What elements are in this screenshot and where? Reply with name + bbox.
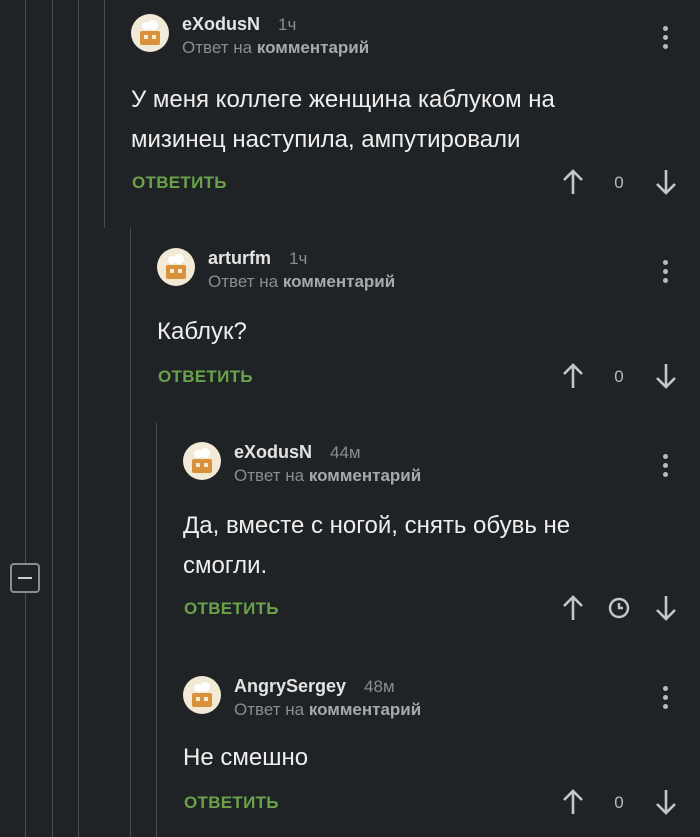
reply-target-link[interactable]: комментарий bbox=[309, 700, 421, 719]
vote-score: 0 bbox=[614, 367, 624, 386]
comment-author[interactable]: arturfm 1ч bbox=[208, 248, 307, 269]
reply-to: Ответ на комментарий bbox=[208, 272, 396, 291]
reply-to: Ответ на комментарий bbox=[234, 700, 422, 719]
reply-button[interactable]: ОТВЕТИТЬ bbox=[158, 367, 253, 387]
comment-text: Да, вместе с ногой, снять обувь не смогл… bbox=[183, 512, 571, 579]
comment-time: 1ч bbox=[289, 249, 308, 268]
thread-line bbox=[156, 423, 157, 837]
more-icon[interactable] bbox=[663, 26, 669, 50]
collapse-thread-button[interactable] bbox=[10, 563, 40, 593]
reply-button[interactable]: ОТВЕТИТЬ bbox=[184, 793, 279, 813]
comment-time: 44м bbox=[330, 443, 361, 462]
reply-to: Ответ на комментарий bbox=[182, 38, 370, 57]
downvote-icon[interactable] bbox=[654, 594, 678, 622]
reply-target-link[interactable]: комментарий bbox=[283, 272, 395, 291]
reply-button[interactable]: ОТВЕТИТЬ bbox=[132, 173, 227, 193]
vote-score: 0 bbox=[614, 173, 624, 192]
reply-target-link[interactable]: комментарий bbox=[309, 466, 421, 485]
comment-time: 1ч bbox=[278, 15, 297, 34]
comment: eXodusN 44м Ответ на комментарий Да, вмес… bbox=[183, 442, 691, 632]
upvote-icon[interactable] bbox=[561, 788, 585, 816]
thread-line bbox=[130, 228, 131, 837]
thread-line bbox=[25, 0, 26, 563]
more-icon[interactable] bbox=[663, 686, 669, 710]
comment-text: Каблук? bbox=[157, 318, 247, 345]
thread-line bbox=[52, 0, 53, 837]
comment: eXodusN 1ч Ответ на комментарий У меня ко… bbox=[131, 14, 691, 214]
more-icon[interactable] bbox=[663, 454, 669, 478]
downvote-icon[interactable] bbox=[654, 788, 678, 816]
comment-author[interactable]: eXodusN 1ч bbox=[182, 14, 296, 35]
downvote-icon[interactable] bbox=[654, 362, 678, 390]
upvote-icon[interactable] bbox=[561, 594, 585, 622]
comment-text: У меня коллеге женщина каблуком на мизин… bbox=[131, 86, 555, 153]
avatar[interactable] bbox=[157, 248, 195, 286]
reply-to: Ответ на комментарий bbox=[234, 466, 422, 485]
thread-line bbox=[25, 593, 26, 837]
reply-button[interactable]: ОТВЕТИТЬ bbox=[184, 599, 279, 619]
comment-text: Не смешно bbox=[183, 744, 309, 771]
clock-icon bbox=[608, 597, 630, 619]
avatar[interactable] bbox=[183, 442, 221, 480]
comment-author[interactable]: AngrySergey 48м bbox=[234, 676, 395, 697]
more-icon[interactable] bbox=[663, 260, 669, 284]
avatar[interactable] bbox=[183, 676, 221, 714]
thread-line bbox=[104, 0, 105, 228]
reply-target-link[interactable]: комментарий bbox=[257, 38, 369, 57]
upvote-icon[interactable] bbox=[561, 168, 585, 196]
comment-author[interactable]: eXodusN 44м bbox=[234, 442, 361, 463]
downvote-icon[interactable] bbox=[654, 168, 678, 196]
thread-line bbox=[78, 0, 79, 837]
comment-time: 48м bbox=[364, 677, 395, 696]
upvote-icon[interactable] bbox=[561, 362, 585, 390]
comment: arturfm 1ч Ответ на комментарий Каблук? О… bbox=[157, 248, 691, 398]
comment: AngrySergey 48м Ответ на комментарий Не с… bbox=[183, 676, 691, 826]
avatar[interactable] bbox=[131, 14, 169, 52]
vote-score: 0 bbox=[614, 793, 624, 812]
